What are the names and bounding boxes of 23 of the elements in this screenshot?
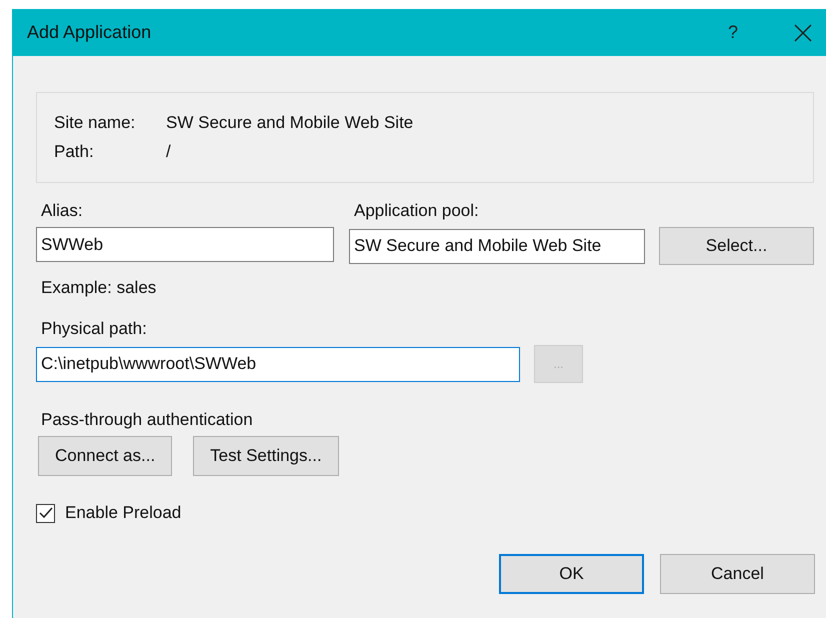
checkbox[interactable] [36, 504, 55, 522]
alias-field[interactable]: SWWeb [36, 227, 334, 262]
dialog-button[interactable]: Cancel [660, 554, 815, 594]
info-label: Site name: [54, 113, 136, 133]
auth-button[interactable]: Test Settings... [193, 436, 339, 476]
pool-field[interactable]: SW Secure and Mobile Web Site [349, 228, 645, 264]
dialog-button[interactable]: OK [499, 554, 644, 594]
pool-label: Application pool: [354, 201, 480, 221]
pass-through-label: Pass-through authentication [41, 410, 254, 430]
auth-button[interactable]: Connect as... [38, 436, 172, 476]
close-button[interactable] [794, 24, 812, 42]
help-button[interactable]: ? [728, 22, 738, 43]
checkbox-label: Enable Preload [65, 503, 182, 523]
window-title: Add Application [27, 22, 152, 43]
info-label: Path: [54, 142, 95, 162]
close-icon [794, 24, 812, 42]
physical-path-label: Physical path: [41, 319, 148, 339]
info-value: / [166, 142, 171, 162]
alias-label: Alias: [41, 201, 84, 221]
physical-path-field[interactable]: C:\inetpub\wwwroot\SWWeb [36, 346, 520, 382]
example-text: Example: sales [41, 278, 158, 298]
info-value: SW Secure and Mobile Web Site [166, 113, 414, 133]
select-button[interactable]: Select... [659, 227, 814, 265]
